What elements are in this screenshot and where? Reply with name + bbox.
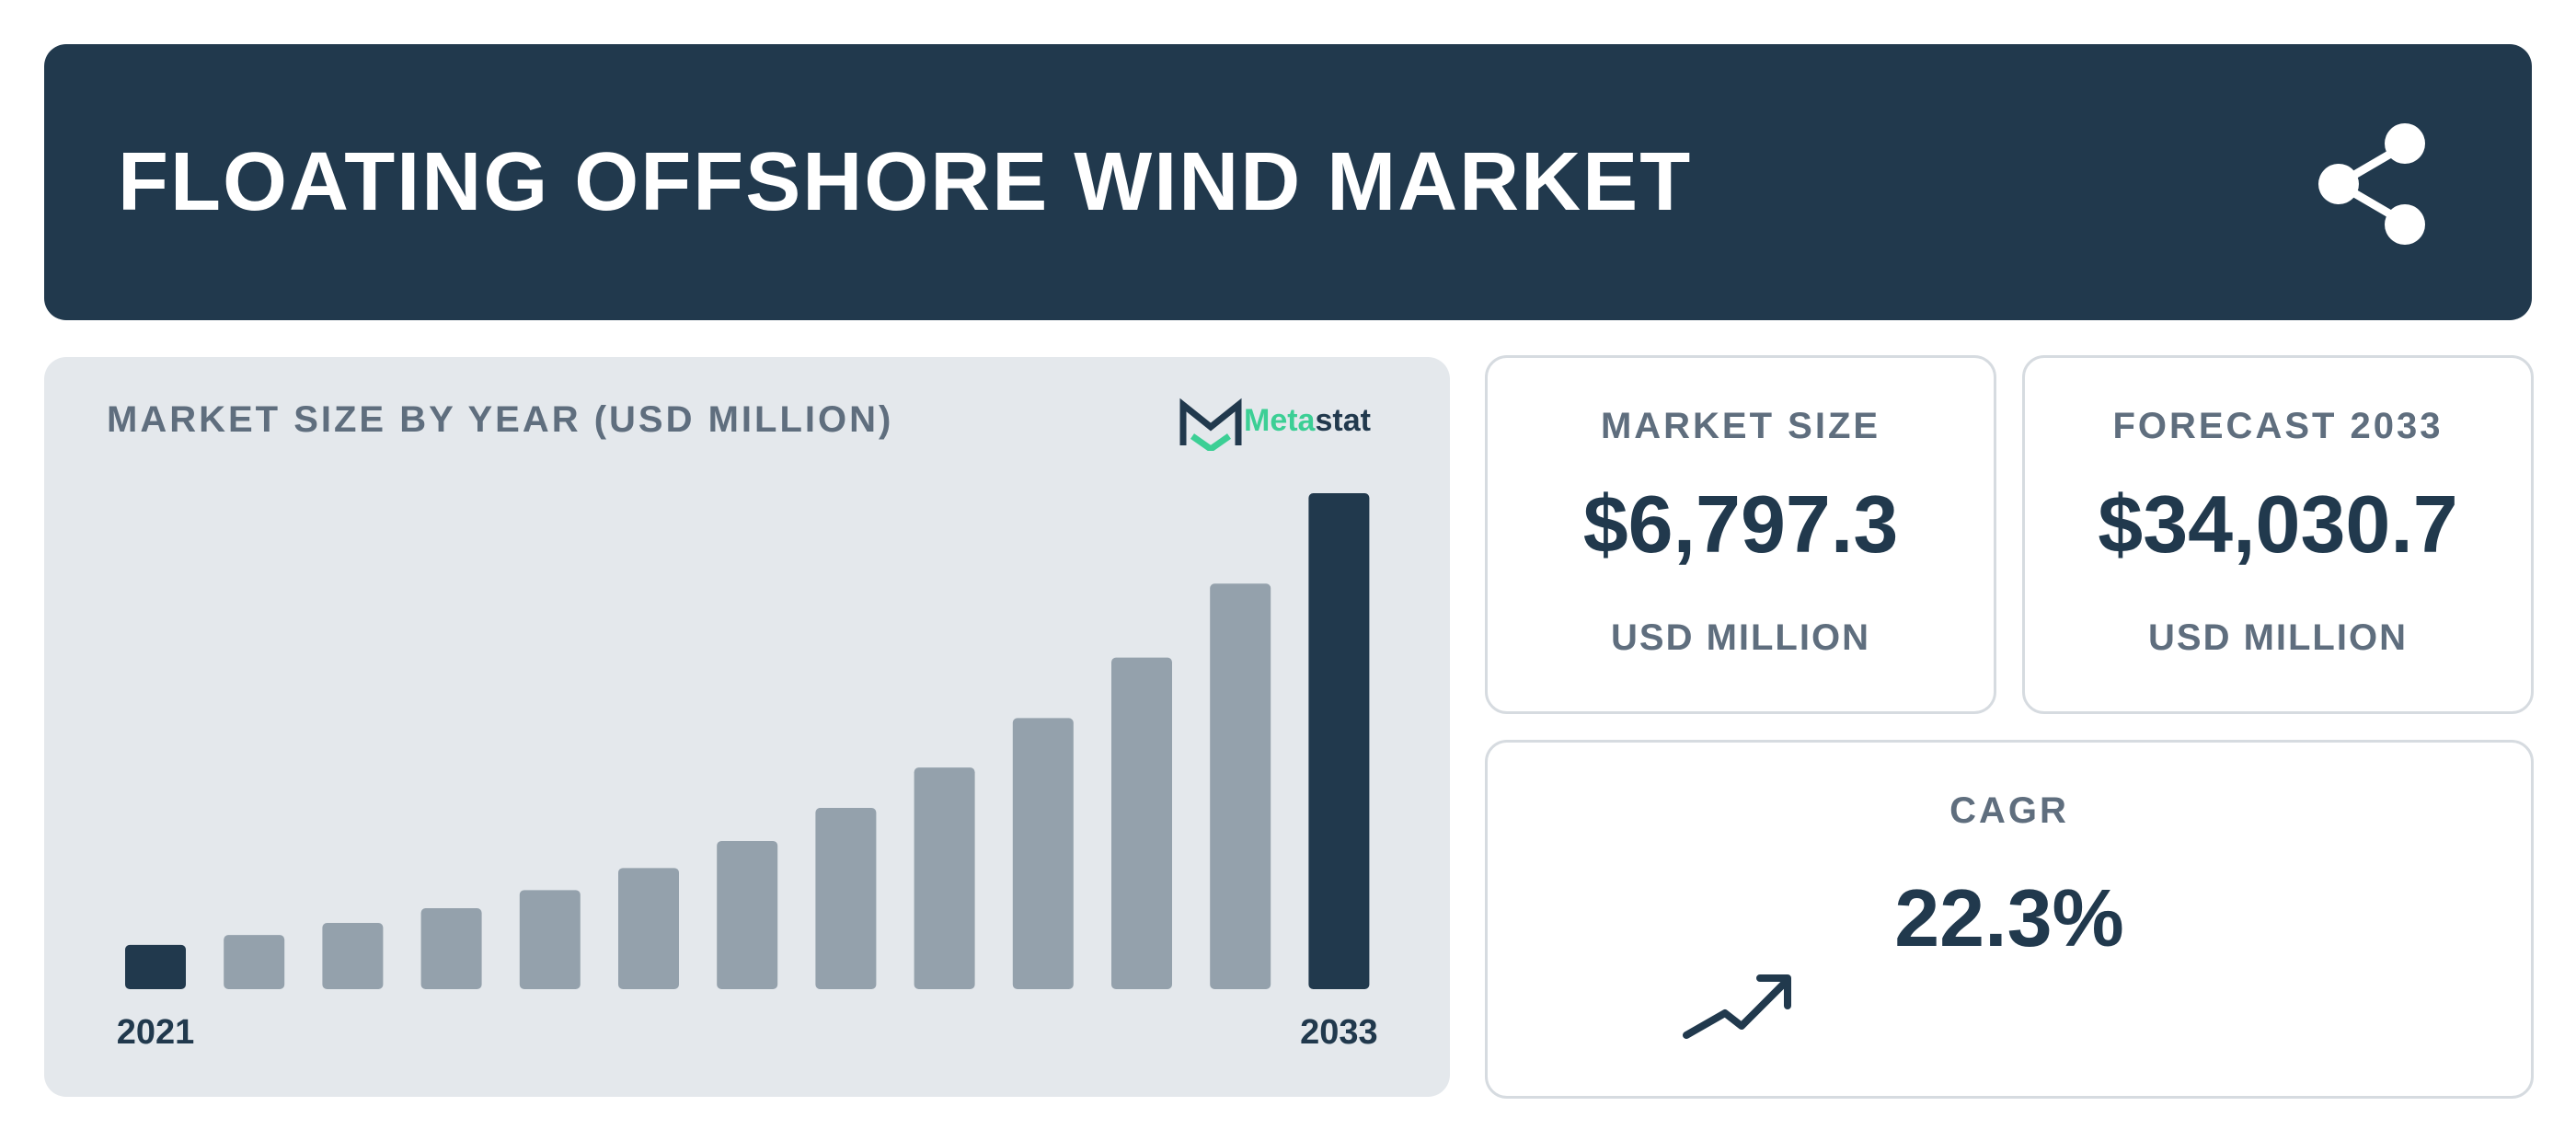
market-size-card: MARKET SIZE $6,797.3 USD MILLION	[1485, 355, 1996, 714]
bar-2029	[914, 767, 975, 989]
bar-2022	[224, 935, 285, 989]
header-banner: FLOATING OFFSHORE WIND MARKET	[44, 44, 2532, 320]
share-icon[interactable]	[2313, 120, 2442, 248]
x-tick-label-2021: 2021	[117, 1013, 195, 1052]
bar-2033	[1308, 493, 1370, 989]
bar-2025	[519, 890, 581, 989]
forecast-value: $34,030.7	[2098, 478, 2458, 570]
market-size-label: MARKET SIZE	[1600, 406, 1881, 446]
trend-up-icon	[1683, 974, 1791, 1039]
bar-2030	[1012, 718, 1074, 989]
forecast-card: FORECAST 2033 $34,030.7 USD MILLION	[2022, 355, 2534, 714]
chart-panel: MARKET SIZE BY YEAR (USD MILLION) Metast…	[44, 357, 1450, 1097]
cagr-card: CAGR 22.3%	[1485, 740, 2534, 1099]
market-size-unit: USD MILLION	[1611, 617, 1870, 658]
x-tick-label-2033: 2033	[1300, 1013, 1378, 1052]
bar-2021	[125, 944, 186, 989]
bar-2032	[1210, 583, 1271, 989]
bar-2028	[815, 808, 877, 989]
forecast-label: FORECAST 2033	[2112, 406, 2444, 446]
bar-2031	[1111, 657, 1172, 989]
bar-2024	[420, 907, 482, 989]
forecast-unit: USD MILLION	[2148, 617, 2408, 658]
market-size-value: $6,797.3	[1582, 478, 1899, 570]
cagr-value: 22.3%	[1894, 872, 2124, 963]
bar-2026	[618, 868, 679, 989]
cagr-label: CAGR	[1949, 790, 2069, 831]
page-title: FLOATING OFFSHORE WIND MARKET	[118, 136, 1693, 228]
bar-2027	[717, 840, 778, 989]
bar-chart: 2021 2033	[117, 493, 1378, 1052]
bar-2023	[322, 923, 384, 989]
